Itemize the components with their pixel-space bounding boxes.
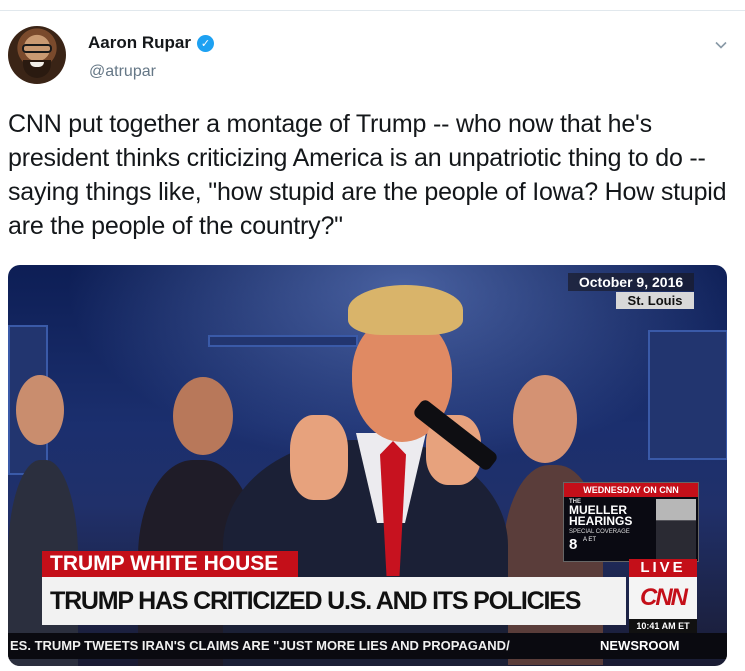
live-badge: LIVE bbox=[629, 559, 697, 577]
mueller-promo: WEDNESDAY ON CNN THE MUELLER HEARINGS SP… bbox=[563, 482, 699, 562]
audience-head bbox=[513, 375, 577, 463]
cnn-logo-box: CNN bbox=[629, 577, 697, 619]
avatar-glasses bbox=[22, 44, 52, 53]
author-avatar[interactable] bbox=[8, 26, 66, 84]
audience-head bbox=[16, 375, 64, 445]
promo-header: WEDNESDAY ON CNN bbox=[564, 483, 698, 497]
ticker-brand: NEWSROOM bbox=[596, 633, 696, 659]
promo-time: 8 bbox=[569, 536, 578, 553]
promo-ampm: A ET bbox=[583, 537, 597, 543]
author-name-row[interactable]: Aaron Rupar ✓ bbox=[88, 33, 214, 53]
overlay-location: St. Louis bbox=[616, 292, 694, 309]
tweet-text: CNN put together a montage of Trump -- w… bbox=[8, 110, 727, 240]
speaker-hair bbox=[348, 285, 463, 335]
backdrop-panel bbox=[208, 335, 358, 347]
top-divider bbox=[0, 10, 745, 11]
promo-photo bbox=[656, 499, 696, 559]
speaker-hand bbox=[290, 415, 348, 500]
chyron-label: TRUMP WHITE HOUSE bbox=[42, 551, 298, 577]
broadcast-clock: 10:41 AM ET bbox=[629, 619, 697, 633]
promo-subtitle: SPECIAL COVERAGE bbox=[569, 529, 630, 535]
author-display-name[interactable]: Aaron Rupar bbox=[88, 33, 191, 53]
chevron-down-icon[interactable] bbox=[714, 38, 728, 52]
chyron-headline: TRUMP HAS CRITICIZED U.S. AND ITS POLICI… bbox=[42, 577, 626, 663]
cnn-logo-icon: CNN bbox=[640, 584, 688, 611]
promo-title: MUELLER HEARINGS bbox=[569, 503, 633, 528]
audience-head bbox=[173, 377, 233, 455]
verified-badge-icon: ✓ bbox=[196, 34, 214, 52]
overlay-date: October 9, 2016 bbox=[568, 273, 694, 291]
video-thumbnail[interactable]: October 9, 2016 St. Louis WEDNESDAY ON C… bbox=[8, 265, 727, 666]
backdrop-panel bbox=[648, 330, 727, 460]
author-handle[interactable]: @atrupar bbox=[89, 63, 156, 81]
date-location-overlay: October 9, 2016 St. Louis bbox=[568, 273, 694, 309]
